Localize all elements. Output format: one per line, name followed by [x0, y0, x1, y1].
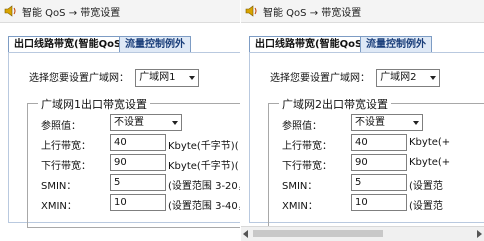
bandwidth-fieldset: 广域网1出口带宽设置 参照值： 不设置 上行带宽： 40 Kbyte(千字节)(…	[27, 96, 240, 228]
reference-select[interactable]: 不设置	[110, 114, 182, 131]
download-label: 下行带宽：	[41, 161, 91, 172]
chevron-down-icon	[413, 121, 419, 125]
tab-content: 选择您要设置广域网： 广域网1 广域网1出口带宽设置 参照值： 不设置 上行带宽…	[8, 52, 240, 228]
smin-label: SMIN：	[41, 181, 77, 192]
tab-wan-bandwidth[interactable]: 出口线路带宽(智能QoS)	[249, 36, 373, 53]
speaker-icon	[4, 5, 16, 17]
xmin-hint: (设置范	[409, 201, 443, 212]
reference-value: 不设置	[355, 117, 385, 128]
upload-unit: Kbyte(千字节)(	[168, 141, 239, 152]
xmin-input[interactable]: 10	[351, 194, 407, 211]
fieldset-legend: 广域网1出口带宽设置	[38, 96, 150, 112]
wan-select-value: 广域网1	[139, 72, 176, 83]
breadcrumb: 智能 QoS → 带宽设置	[22, 8, 121, 19]
download-label: 下行带宽：	[282, 161, 332, 172]
wan-select[interactable]: 广域网2	[376, 69, 441, 87]
download-unit: Kbyte(+	[409, 157, 451, 168]
reference-label: 参照值：	[282, 121, 322, 132]
left-window: 智能 QoS → 带宽设置 出口线路带宽(智能QoS) 流量控制例外 选择您要设…	[0, 0, 240, 241]
tab-traffic-exception[interactable]: 流量控制例外	[360, 36, 432, 52]
wan-select-label: 选择您要设置广域网：	[270, 73, 370, 84]
xmin-hint: (设置范围 3-40，系	[168, 201, 240, 212]
wan-select-row: 选择您要设置广域网： 广域网1	[29, 69, 200, 87]
upload-label: 上行带宽：	[282, 141, 332, 152]
tab-content: 选择您要设置广域网： 广域网2 广域网2出口带宽设置 参照值： 不设置 上行带宽…	[249, 52, 484, 228]
download-input[interactable]: 90	[110, 154, 166, 171]
wan-select-value: 广域网2	[380, 72, 417, 83]
upload-input[interactable]: 40	[110, 134, 166, 151]
tab-traffic-exception[interactable]: 流量控制例外	[119, 36, 191, 52]
reference-select[interactable]: 不设置	[351, 114, 423, 131]
smin-label: SMIN：	[282, 181, 318, 192]
title-bar: 智能 QoS → 带宽设置	[241, 0, 484, 23]
reference-value: 不设置	[114, 117, 144, 128]
chevron-down-icon	[172, 121, 178, 125]
wan-select-row: 选择您要设置广域网： 广域网2	[270, 69, 441, 87]
horizontal-scrollbar[interactable]	[241, 226, 484, 241]
upload-label: 上行带宽：	[41, 141, 91, 152]
tab-wan-bandwidth[interactable]: 出口线路带宽(智能QoS)	[8, 36, 132, 53]
scroll-thumb[interactable]	[253, 230, 383, 237]
tab-bar: 出口线路带宽(智能QoS) 流量控制例外	[8, 36, 240, 53]
tab-bar: 出口线路带宽(智能QoS) 流量控制例外	[249, 36, 484, 53]
right-window: 智能 QoS → 带宽设置 出口线路带宽(智能QoS) 流量控制例外 选择您要设…	[241, 0, 484, 241]
wan-select-label: 选择您要设置广域网：	[29, 73, 129, 84]
breadcrumb: 智能 QoS → 带宽设置	[263, 8, 362, 19]
download-input[interactable]: 90	[351, 154, 407, 171]
xmin-label: XMIN：	[41, 201, 77, 212]
wan-select[interactable]: 广域网1	[135, 69, 200, 87]
speaker-icon	[245, 5, 257, 17]
xmin-input[interactable]: 10	[110, 194, 166, 211]
upload-unit: Kbyte(+	[409, 137, 451, 148]
upload-input[interactable]: 40	[351, 134, 407, 151]
scroll-right-icon[interactable]	[477, 230, 482, 238]
download-unit: Kbyte(千字节)(	[168, 161, 239, 172]
smin-input[interactable]: 5	[351, 174, 407, 191]
reference-label: 参照值：	[41, 121, 81, 132]
smin-input[interactable]: 5	[110, 174, 166, 191]
smin-hint: (设置范围 3-20，系	[168, 181, 240, 192]
chevron-down-icon	[189, 76, 196, 80]
scroll-left-icon[interactable]	[243, 230, 248, 238]
chevron-down-icon	[430, 76, 437, 80]
smin-hint: (设置范	[409, 181, 443, 192]
bandwidth-fieldset: 广域网2出口带宽设置 参照值： 不设置 上行带宽： 40 Kbyte(+ 下行带…	[268, 96, 484, 228]
title-bar: 智能 QoS → 带宽设置	[0, 0, 240, 23]
xmin-label: XMIN：	[282, 201, 318, 212]
fieldset-legend: 广域网2出口带宽设置	[279, 96, 391, 112]
